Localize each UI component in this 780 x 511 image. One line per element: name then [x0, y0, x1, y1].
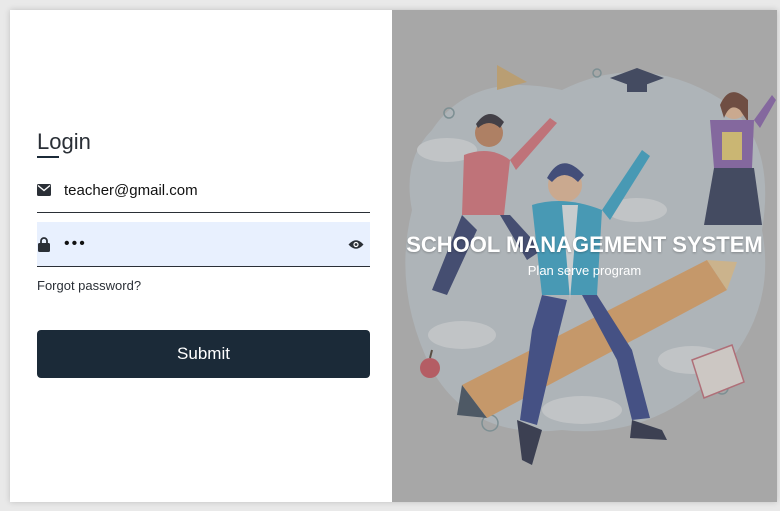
- forgot-password-link[interactable]: Forgot password?: [37, 278, 141, 293]
- password-field-container: [37, 222, 370, 267]
- envelope-icon: [37, 182, 51, 198]
- email-input[interactable]: [64, 168, 334, 212]
- lock-icon: [37, 236, 51, 252]
- submit-button[interactable]: Submit: [37, 330, 370, 378]
- title-underline: [37, 156, 59, 158]
- banner-subtitle: Plan serve program: [527, 263, 642, 278]
- password-input[interactable]: [64, 222, 334, 266]
- eye-icon[interactable]: [348, 236, 364, 252]
- login-panel: Login teacher@gmail.com ••• Forgot passw…: [10, 10, 392, 502]
- banner-panel: SCHOOL MANAGEMENT SYSTEM Plan serve prog…: [392, 10, 777, 502]
- login-card: Login teacher@gmail.com ••• Forgot passw…: [10, 10, 777, 502]
- email-field-container: [37, 168, 370, 213]
- banner-title: SCHOOL MANAGEMENT SYSTEM: [406, 232, 763, 257]
- login-title: Login: [37, 129, 91, 154]
